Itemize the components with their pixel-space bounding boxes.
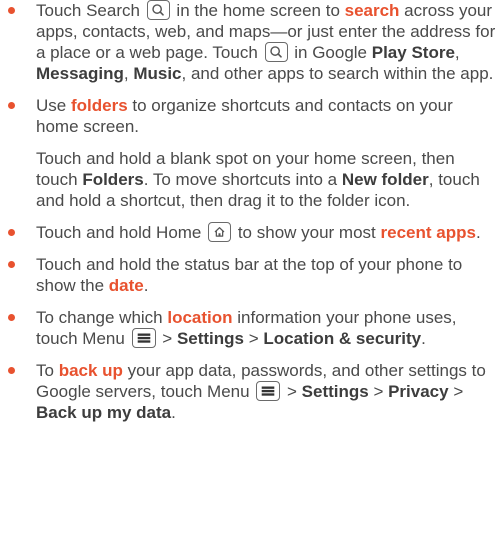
tip-folders-detail: Touch and hold a blank spot on your home… bbox=[36, 148, 498, 211]
bold-new-folder: New folder bbox=[341, 170, 429, 189]
text-run: > bbox=[157, 329, 177, 348]
text-run: To change which bbox=[36, 308, 168, 327]
highlight-date: date bbox=[108, 276, 144, 295]
tip-search: Touch Search in the home screen to searc… bbox=[6, 0, 498, 84]
bullet bbox=[8, 261, 15, 268]
bold-play-store: Play Store bbox=[371, 43, 455, 62]
text-run: in the home screen to bbox=[171, 1, 345, 20]
bold-settings: Settings bbox=[301, 382, 369, 401]
text-run: . bbox=[143, 276, 149, 295]
text-run: To bbox=[36, 361, 59, 380]
text-run: , and other apps to search within the ap… bbox=[181, 64, 494, 83]
text-run: > bbox=[368, 382, 389, 401]
bullet bbox=[8, 314, 15, 321]
tip-date: Touch and hold the status bar at the top… bbox=[6, 254, 498, 296]
bold-back-up-my-data: Back up my data bbox=[36, 403, 172, 422]
tip-date-text: Touch and hold the status bar at the top… bbox=[36, 254, 498, 296]
highlight-folders: folders bbox=[70, 96, 128, 115]
text-run: > bbox=[282, 382, 302, 401]
highlight-location: location bbox=[167, 308, 233, 327]
bold-settings: Settings bbox=[176, 329, 244, 348]
bold-folders: Folders bbox=[82, 170, 144, 189]
bold-privacy: Privacy bbox=[388, 382, 449, 401]
text-run: Touch Search bbox=[36, 1, 145, 20]
home-icon bbox=[208, 222, 232, 242]
text-run: to show your most bbox=[233, 223, 381, 242]
tip-backup-text: To back up your app data, passwords, and… bbox=[36, 360, 498, 423]
menu-icon bbox=[131, 328, 156, 348]
text-run: . bbox=[171, 403, 176, 422]
bold-messaging: Messaging bbox=[36, 64, 124, 83]
text-run: Touch and hold Home bbox=[36, 223, 207, 242]
bullet bbox=[8, 367, 15, 374]
tip-recent-apps: Touch and hold Home to show your most re… bbox=[6, 222, 498, 243]
tip-location: To change which location information you… bbox=[6, 307, 498, 349]
text-run: . bbox=[475, 223, 481, 242]
tip-search-text: Touch Search in the home screen to searc… bbox=[36, 0, 498, 84]
text-run: > bbox=[244, 329, 264, 348]
tip-folders-text: Use folders to organize shortcuts and co… bbox=[36, 95, 498, 137]
text-run: . bbox=[421, 329, 426, 348]
menu-icon bbox=[256, 381, 281, 401]
text-run: , bbox=[454, 43, 460, 62]
highlight-back-up: back up bbox=[58, 361, 123, 380]
text-run: , bbox=[123, 64, 134, 83]
text-run: Touch and hold the status bar at the top… bbox=[36, 255, 463, 295]
highlight-recent-apps: recent apps bbox=[380, 223, 476, 242]
tip-folders: Use folders to organize shortcuts and co… bbox=[6, 95, 498, 211]
bullet bbox=[8, 102, 15, 109]
text-run: in Google bbox=[289, 43, 372, 62]
text-run: Use bbox=[36, 96, 71, 115]
bullet bbox=[8, 229, 15, 236]
bold-music: Music bbox=[133, 64, 182, 83]
tips-page: Touch Search in the home screen to searc… bbox=[0, 0, 504, 552]
tips-list: Touch Search in the home screen to searc… bbox=[6, 0, 498, 423]
text-run: > bbox=[448, 382, 464, 401]
search-icon bbox=[264, 42, 288, 62]
search-icon bbox=[146, 0, 170, 20]
tip-back-up: To back up your app data, passwords, and… bbox=[6, 360, 498, 423]
text-run: . To move shortcuts into a bbox=[143, 170, 342, 189]
highlight-search: search bbox=[344, 1, 400, 20]
bold-location-security: Location & security bbox=[263, 329, 422, 348]
tip-recent-text: Touch and hold Home to show your most re… bbox=[36, 222, 498, 243]
bullet bbox=[8, 7, 15, 14]
tip-location-text: To change which location information you… bbox=[36, 307, 498, 349]
